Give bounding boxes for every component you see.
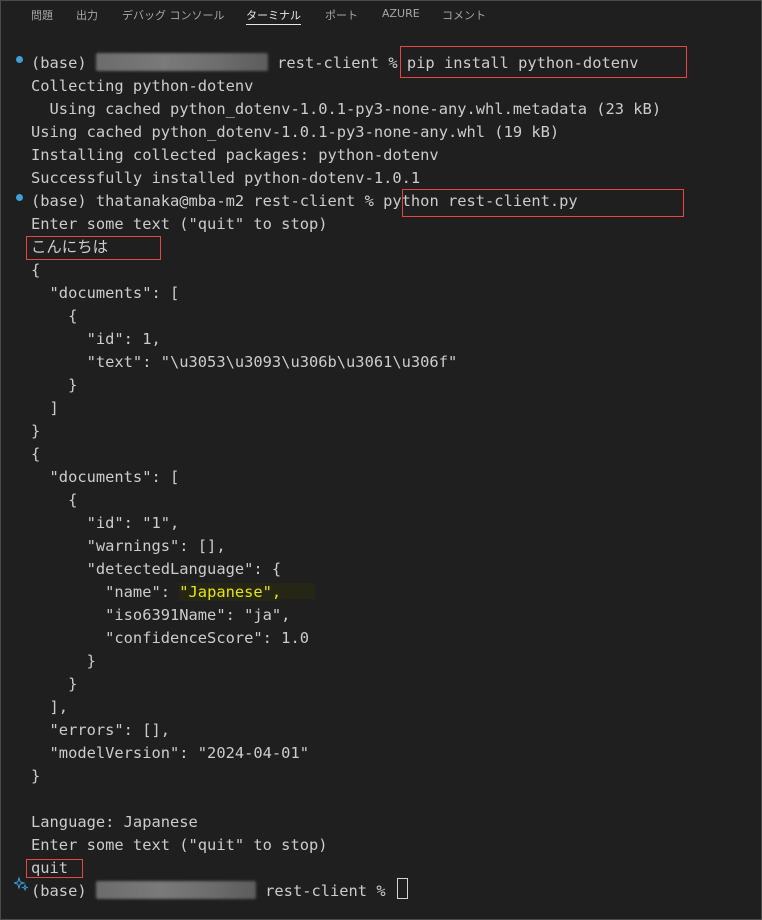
terminal-line: Collecting python-dotenv [31, 77, 254, 95]
terminal-line: Installing collected packages: python-do… [31, 146, 439, 164]
terminal-line: } [31, 376, 78, 394]
terminal-panel: 問題 出力 デバッグ コンソール ターミナル ポート AZURE コメント (b… [0, 0, 762, 920]
terminal-line: Using cached python_dotenv-1.0.1-py3-non… [31, 100, 662, 118]
terminal-line: "id": "1", [31, 514, 180, 532]
terminal-line: } [31, 422, 41, 440]
prompt-prefix: (base) [31, 882, 96, 900]
terminal-line: } [31, 652, 96, 670]
user-input-line: こんにちは [31, 238, 108, 256]
sparkle-icon[interactable] [14, 877, 28, 891]
terminal-line: (base) rest-client % [31, 878, 408, 901]
prompt-suffix: rest-client % [267, 54, 407, 72]
redacted-user-host [95, 53, 268, 71]
terminal-line: "text": "\u3053\u3093\u306b\u3061\u306f" [31, 353, 458, 371]
highlighted-language-value: "Japanese", [179, 583, 282, 601]
terminal-line: "warnings": [], [31, 537, 226, 555]
user-input-line: quit [31, 859, 69, 877]
command-status-dot-icon [16, 56, 23, 63]
json-key-name: "name": [31, 583, 180, 601]
terminal-line: "documents": [ [31, 284, 180, 302]
terminal-cursor[interactable] [396, 878, 408, 899]
terminal-line: "id": 1, [31, 330, 161, 348]
terminal-line: { [31, 307, 78, 325]
terminal-line: ] [31, 399, 59, 417]
terminal-line: } [31, 675, 78, 693]
terminal-line: Enter some text ("quit" to stop) [31, 215, 328, 233]
terminal-line: } [31, 767, 41, 785]
terminal-line: (base) thatanaka@mba-m2 rest-client % py… [31, 191, 578, 211]
terminal-line: { [31, 261, 41, 279]
terminal-line: "confidenceScore": 1.0 [31, 629, 309, 647]
terminal-output[interactable]: (base) rest-client % pip install python-… [1, 1, 761, 919]
terminal-line: Using cached python_dotenv-1.0.1-py3-non… [31, 123, 560, 141]
terminal-line: "detectedLanguage": { [31, 560, 282, 578]
redacted-user-host [95, 881, 256, 899]
command-text: pip install python-dotenv [406, 54, 639, 72]
terminal-line: "errors": [], [31, 721, 170, 739]
terminal-line: Successfully installed python-dotenv-1.0… [31, 169, 421, 187]
terminal-line: ], [31, 698, 69, 716]
terminal-line: "name": "Japanese", [31, 582, 316, 602]
prompt-text: (base) thatanaka@mba-m2 rest-client % [31, 192, 384, 210]
terminal-line: "iso6391Name": "ja", [31, 606, 291, 624]
terminal-line: (base) rest-client % pip install python-… [31, 53, 639, 73]
command-status-dot-icon [16, 194, 23, 201]
command-text: python rest-client.py [383, 192, 578, 210]
prompt-prefix: (base) [31, 54, 96, 72]
terminal-line: "modelVersion": "2024-04-01" [31, 744, 309, 762]
terminal-line: Language: Japanese [31, 813, 198, 831]
highlight-pad [281, 583, 316, 599]
terminal-line: Enter some text ("quit" to stop) [31, 836, 328, 854]
terminal-line: { [31, 445, 41, 463]
terminal-line: { [31, 491, 78, 509]
terminal-line: "documents": [ [31, 468, 180, 486]
prompt-suffix: rest-client % [255, 882, 395, 900]
